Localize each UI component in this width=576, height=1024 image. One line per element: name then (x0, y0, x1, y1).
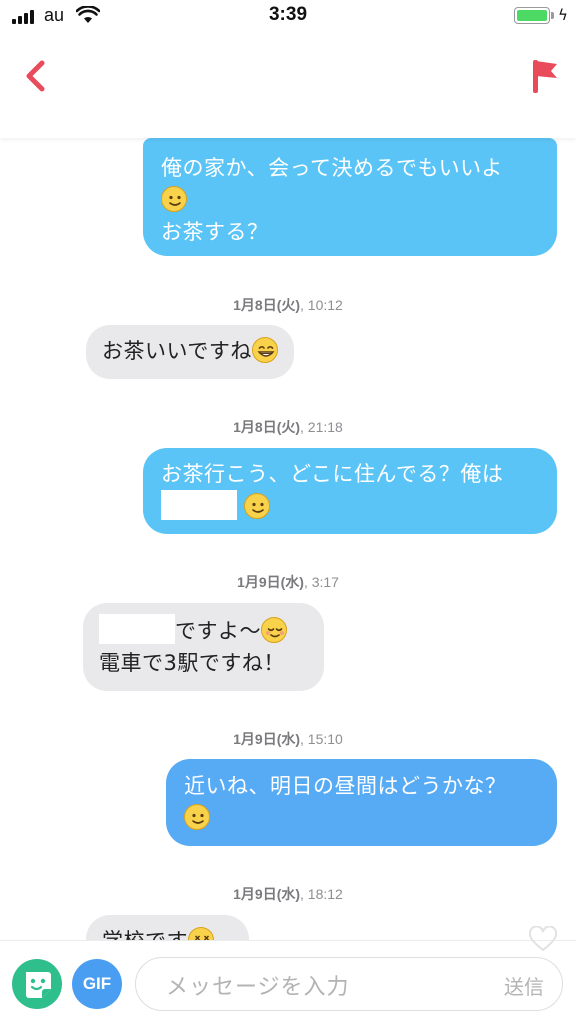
message-timestamp: 1月9日(水), 3:17 (237, 574, 339, 590)
gif-button[interactable]: GIF (72, 959, 122, 1009)
flag-icon (533, 60, 557, 93)
slightly-smiling-face-icon (244, 493, 271, 519)
message-text: 学校です (102, 929, 188, 940)
message-text: お茶行こう、どこに住んでる？俺は (161, 462, 504, 486)
message-input-bar: GIF メッセージを入力 送信 (0, 940, 576, 1024)
redacted-area (161, 490, 237, 520)
clock: 3:39 (268, 4, 308, 25)
sticker-button[interactable] (12, 959, 62, 1009)
message-text: 俺の家か、会って決めるでもいいよ (161, 156, 503, 180)
status-bar: au 3:39 ϟ (0, 0, 576, 34)
message-text: お茶する？ (161, 220, 269, 244)
outgoing-message[interactable]: 俺の家か、会って決めるでもいいよ お茶する？ (143, 138, 557, 256)
outgoing-message[interactable]: 近いね、明日の昼間はどうかな？ (166, 759, 557, 846)
message-text: ですよ〜 (175, 619, 261, 643)
outgoing-message[interactable]: お茶行こう、どこに住んでる？俺は (143, 448, 557, 534)
sticker-icon (26, 972, 51, 998)
send-button[interactable]: 送信 (504, 971, 544, 1000)
incoming-message[interactable]: 学校です (86, 915, 249, 940)
message-timestamp: 1月9日(水), 18:12 (233, 886, 343, 902)
charging-icon: ϟ (558, 6, 568, 24)
message-text: 近いね、明日の昼間はどうかな？ (184, 774, 507, 798)
message-list[interactable]: 俺の家か、会って決めるでもいいよ お茶する？ 1月8日(火), 10:12 お茶… (0, 138, 576, 940)
chevron-left-icon (26, 60, 45, 92)
battery-icon (514, 7, 550, 24)
incoming-message[interactable]: お茶いいですね (86, 325, 294, 379)
chat-header (0, 34, 576, 138)
incoming-message[interactable]: ですよ〜 電車で3駅ですね！ (83, 603, 324, 691)
relieved-face-icon (261, 617, 287, 643)
grin-icon (251, 337, 278, 363)
message-timestamp: 1月8日(火), 10:12 (233, 297, 343, 313)
message-input[interactable]: メッセージを入力 送信 (135, 957, 563, 1011)
redacted-area (99, 614, 175, 644)
report-button[interactable] (522, 54, 566, 98)
message-timestamp: 1月8日(火), 21:18 (233, 419, 343, 435)
slightly-smiling-face-icon (161, 186, 187, 212)
message-input-placeholder: メッセージを入力 (166, 975, 350, 1000)
dizzy-face-icon (188, 927, 214, 940)
slightly-smiling-face-icon (184, 804, 210, 830)
heart-icon[interactable] (528, 926, 558, 952)
message-text: お茶いいですね (102, 339, 252, 363)
message-text: 電車で3駅ですね！ (99, 651, 285, 675)
message-timestamp: 1月9日(水), 15:10 (233, 731, 343, 747)
back-button[interactable] (14, 54, 58, 98)
